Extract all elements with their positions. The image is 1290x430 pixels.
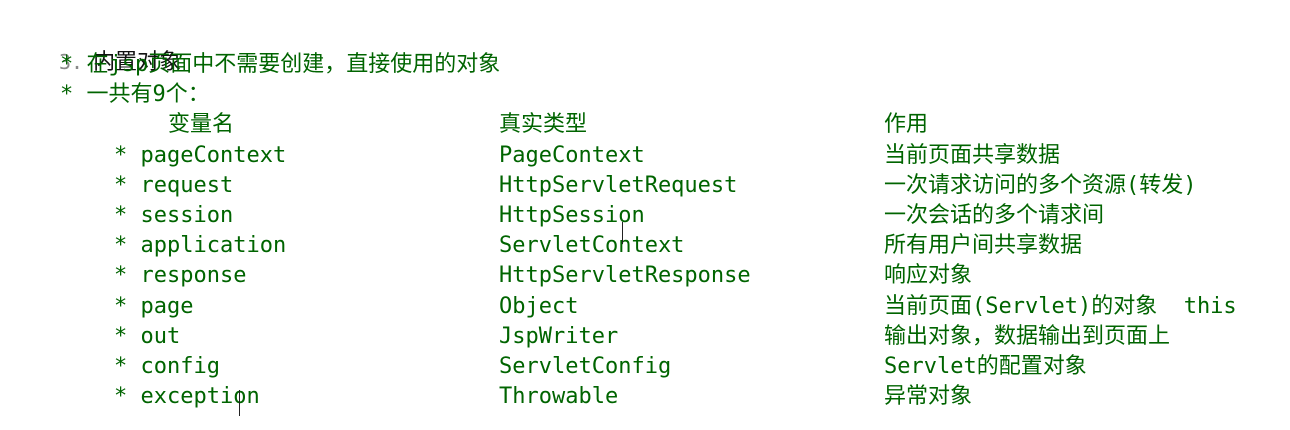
column-header-real-type: 真实类型 [499, 112, 588, 137]
variable-name: * pageContext [114, 143, 287, 168]
variable-name: * exception [114, 384, 260, 409]
purpose: Servlet的配置对象 [884, 354, 1087, 379]
purpose: 异常对象 [884, 384, 973, 409]
purpose: 当前页面(Servlet)的对象 this [884, 294, 1237, 319]
document-page: 3. 内置对象 * 在jsp页面中不需要创建，直接使用的对象 * 一共有9个： 变… [0, 0, 1290, 430]
column-header-variable-name: 变量名 [168, 112, 235, 137]
table-row: * session HttpSession 一次会话的多个请求间 [0, 202, 1290, 232]
purpose: 输出对象，数据输出到页面上 [884, 324, 1171, 349]
variable-name: * response [114, 263, 247, 288]
purpose: 当前页面共享数据 [884, 143, 1061, 168]
column-header-purpose: 作用 [884, 112, 929, 137]
purpose: 一次请求访问的多个资源(转发) [884, 173, 1197, 198]
variable-name: * session [114, 203, 234, 228]
table-row: * page Object 当前页面(Servlet)的对象 this [0, 293, 1290, 323]
real-type: Object [499, 294, 579, 319]
variable-name: * request [114, 173, 234, 198]
text-cursor [239, 390, 240, 416]
variable-name: * config [114, 354, 220, 379]
bullet-point: * 在jsp页面中不需要创建，直接使用的对象 [60, 52, 501, 77]
table-row: * config ServletConfig Servlet的配置对象 [0, 353, 1290, 383]
table-row: * response HttpServletResponse 响应对象 [0, 262, 1290, 292]
table-row: * request HttpServletRequest 一次请求访问的多个资源… [0, 172, 1290, 202]
real-type: JspWriter [499, 324, 619, 349]
text-cursor [622, 222, 623, 244]
purpose: 响应对象 [884, 263, 973, 288]
bullet-point: * 一共有9个： [60, 82, 210, 107]
table-row: * application ServletContext 所有用户间共享数据 [0, 232, 1290, 262]
table-row: * out JspWriter 输出对象，数据输出到页面上 [0, 323, 1290, 353]
purpose: 一次会话的多个请求间 [884, 203, 1105, 228]
section-heading: 3. 内置对象 [6, 20, 181, 75]
real-type: PageContext [499, 143, 645, 168]
real-type: Throwable [499, 384, 619, 409]
variable-name: * page [114, 294, 194, 319]
table-row: * exception Throwable 异常对象 [0, 383, 1290, 413]
purpose: 所有用户间共享数据 [884, 233, 1083, 258]
variable-name: * application [114, 233, 287, 258]
real-type: HttpServletRequest [499, 173, 738, 198]
real-type: HttpServletResponse [499, 263, 751, 288]
table-row: * pageContext PageContext 当前页面共享数据 [0, 142, 1290, 172]
variable-name: * out [114, 324, 181, 349]
real-type: ServletConfig [499, 354, 672, 379]
real-type: ServletContext [499, 233, 685, 258]
